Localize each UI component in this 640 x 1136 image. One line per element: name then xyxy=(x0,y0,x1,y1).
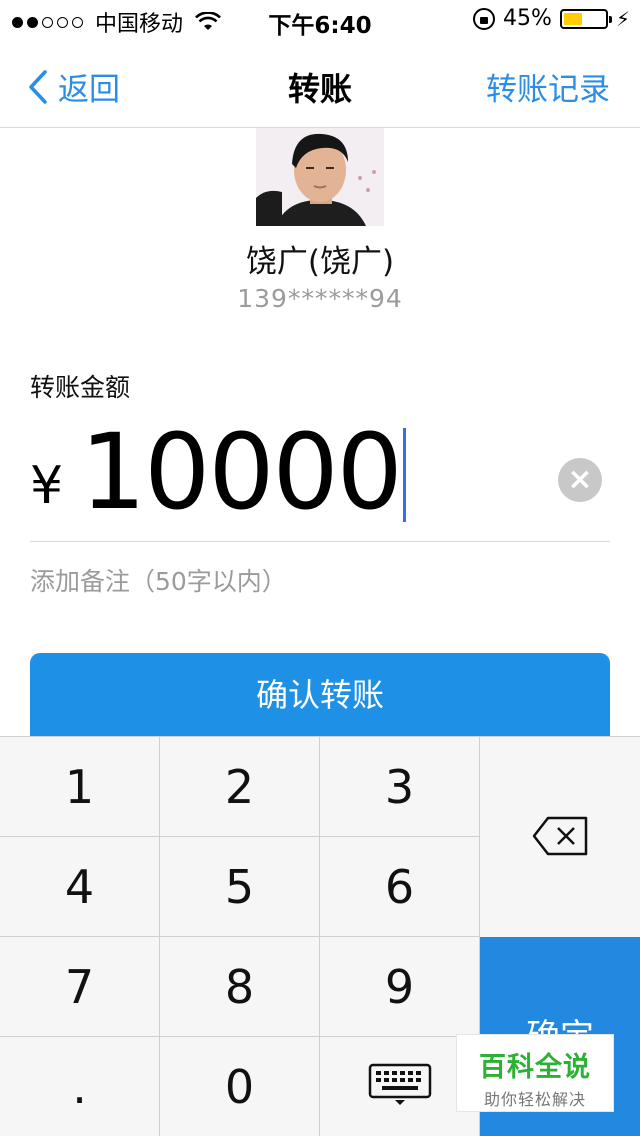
battery-percent: 45% xyxy=(503,6,552,31)
key-9[interactable]: 9 xyxy=(320,937,480,1037)
key-7[interactable]: 7 xyxy=(0,937,160,1037)
watermark-logo: 百科全说 助你轻松解决 xyxy=(456,1034,614,1112)
navigation-bar: 返回 转账 转账记录 xyxy=(0,40,640,128)
key-8[interactable]: 8 xyxy=(160,937,320,1037)
key-0[interactable]: 0 xyxy=(160,1037,320,1136)
battery-icon xyxy=(559,8,612,29)
key-5[interactable]: 5 xyxy=(160,837,320,937)
amount-value: 10000 xyxy=(80,412,406,532)
text-caret xyxy=(402,427,406,522)
charging-bolt-icon: ⚡ xyxy=(615,6,630,31)
amount-input[interactable]: ¥ 10000 × xyxy=(30,412,610,542)
transfer-screen: 中国移动 下午6:40 45% ⚡ 返回 转账 转账记录 饶广(饶广) 139*… xyxy=(0,0,640,1136)
amount-label: 转账金额 xyxy=(30,373,131,402)
watermark-title: 百科全说 xyxy=(479,1052,591,1083)
key-3[interactable]: 3 xyxy=(320,737,480,837)
amount-text: 10000 xyxy=(80,411,403,533)
battery-fill xyxy=(563,12,582,25)
payee-name: 饶广(饶广) xyxy=(245,244,395,280)
avatar xyxy=(256,128,384,226)
transfer-history-button[interactable]: 转账记录 xyxy=(486,64,610,109)
key-1[interactable]: 1 xyxy=(0,737,160,837)
confirm-transfer-button[interactable]: 确认转账 xyxy=(30,653,610,737)
key-4[interactable]: 4 xyxy=(0,837,160,937)
clear-amount-button[interactable]: × xyxy=(558,458,602,502)
key-6[interactable]: 6 xyxy=(320,837,480,937)
avatar-photo xyxy=(256,128,384,226)
status-bar: 中国移动 下午6:40 45% ⚡ xyxy=(0,0,640,40)
watermark-subtitle: 助你轻松解决 xyxy=(483,1090,586,1109)
key-decimal[interactable]: . xyxy=(0,1037,160,1136)
clear-icon: × xyxy=(567,462,593,497)
rotation-lock-icon xyxy=(473,7,496,30)
note-field[interactable]: 添加备注（50字以内） xyxy=(30,562,287,598)
currency-symbol: ¥ xyxy=(30,456,64,516)
keyboard-hide-icon xyxy=(368,1063,431,1105)
backspace-icon xyxy=(532,816,588,856)
delete-button[interactable] xyxy=(480,737,640,937)
status-right: 45% ⚡ xyxy=(473,6,630,31)
key-2[interactable]: 2 xyxy=(160,737,320,837)
payee-phone: 139******94 xyxy=(237,284,403,313)
